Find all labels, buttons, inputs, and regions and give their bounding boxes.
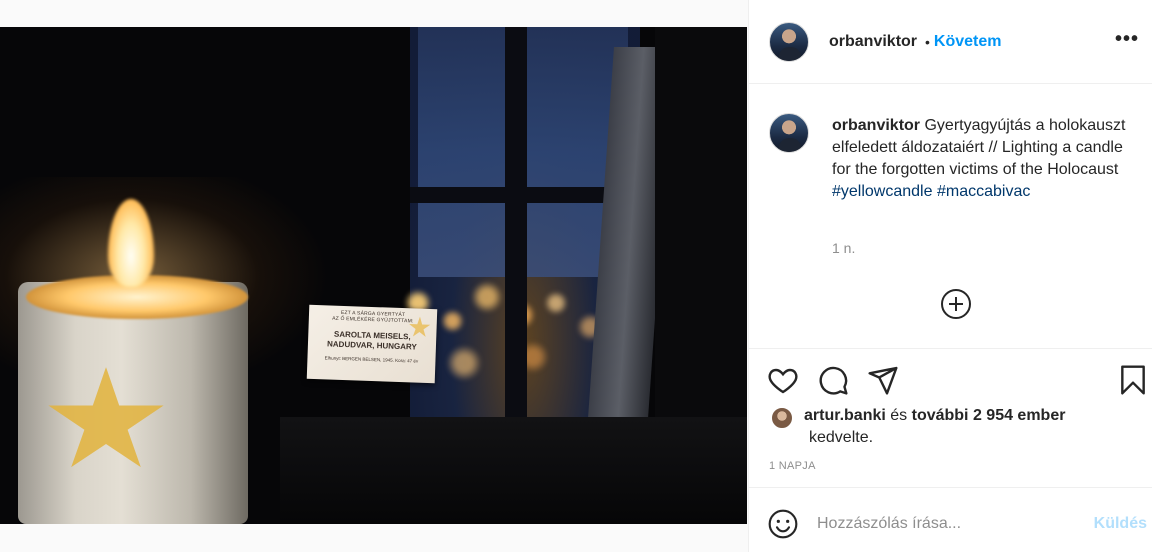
likes-count[interactable]: további 2 954 ember [912, 407, 1066, 424]
header-dot: • [925, 33, 930, 50]
memorial-card: EZT A SÁRGA GYERTYÁT AZ Ő EMLÉKÉRE GYÚJT… [306, 304, 438, 384]
hashtag-yellowcandle[interactable]: #yellowcandle [832, 183, 933, 200]
window-sill [280, 417, 747, 524]
likes-line1: artur.banki és további 2 954 ember [804, 405, 1065, 427]
likes-suffix: kedvelte. [809, 429, 874, 446]
caption-avatar[interactable] [769, 113, 809, 153]
heart-icon[interactable] [767, 364, 799, 396]
plus-circle-icon[interactable] [941, 289, 971, 319]
likes-conj: és [885, 407, 912, 424]
window-frame-horizontal [410, 187, 635, 203]
window-frame-vertical [505, 27, 527, 447]
liker-username[interactable]: artur.banki [804, 407, 886, 424]
send-button[interactable]: Küldés [1094, 515, 1147, 533]
post-photo[interactable]: EZT A SÁRGA GYERTYÁT AZ Ő EMLÉKÉRE GYÚJT… [0, 27, 747, 524]
comment-bar: Küldés [749, 487, 1152, 552]
card-footer: Elhunyt: BERGEN BELSEN, 1945. Kora: 47 é… [324, 355, 419, 364]
comment-input[interactable] [817, 512, 1067, 536]
emoji-icon[interactable] [767, 508, 799, 540]
header-username[interactable]: orbanviktor [829, 33, 917, 51]
post-age[interactable]: 1 NAPJA [769, 460, 816, 472]
hashtag-maccabivac[interactable]: #maccabivac [937, 183, 1030, 200]
follow-button[interactable]: Követem [934, 33, 1002, 51]
share-icon[interactable] [867, 364, 899, 396]
avatar[interactable] [769, 21, 809, 62]
post-panel: orbanviktor • Követem ••• orbanviktor Gy… [748, 0, 1152, 552]
post-header: orbanviktor • Követem ••• [749, 0, 1152, 84]
caption-username[interactable]: orbanviktor [832, 117, 920, 134]
caption-text: orbanviktor Gyertyagyújtás a holokauszt … [832, 115, 1132, 203]
caption-time[interactable]: 1 n. [832, 240, 855, 256]
liker-avatar[interactable] [771, 407, 793, 429]
action-bar [749, 348, 1152, 410]
bookmark-icon[interactable] [1117, 364, 1149, 396]
more-icon[interactable]: ••• [1115, 28, 1139, 51]
comment-icon[interactable] [817, 364, 849, 396]
